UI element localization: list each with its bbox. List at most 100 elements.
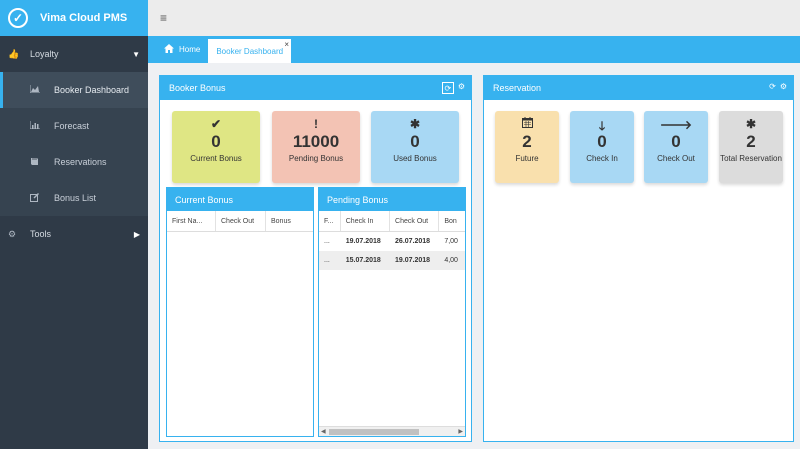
arrow-right-icon: 🡒 [659,118,693,132]
column-header[interactable]: Check In [341,211,391,231]
stat-value: 2 [522,132,532,151]
grid-title: Current Bonus [167,188,313,211]
settings-icon[interactable]: ⚙ [780,82,787,91]
stat-card-future: 2 Future [495,111,559,183]
stat-value: 0 [671,132,681,151]
pending-bonus-grid: Pending Bonus F... Check In Check Out Bo… [318,187,466,437]
stat-value: 0 [211,132,221,151]
cell: 7,00 [444,238,458,245]
sidebar-group-tools[interactable]: ⚙ Tools ▶ [0,216,148,252]
asterisk-icon: ✱ [745,117,757,131]
exclamation-icon: ! [314,117,318,131]
home-icon [164,44,174,55]
panel-header: Booker Bonus ⟳ ⚙ [160,76,471,100]
book-icon [30,157,44,168]
stat-value: 0 [410,132,420,151]
sidebar-item-reservations[interactable]: Reservations [0,144,148,180]
loyalty-submenu: Booker Dashboard Forecast Reservations B… [0,72,148,216]
stat-card-used-bonus: ✱ 0 Used Bonus [371,111,459,183]
sidebar-item-label: Forecast [54,121,90,131]
sidebar-item-bonus-list[interactable]: Bonus List [0,180,148,216]
area-chart-icon [29,85,44,95]
current-bonus-grid: Current Bonus First Na... Check Out Bonu… [166,187,314,437]
sidebar-item-booker-dashboard[interactable]: Booker Dashboard [0,72,148,108]
horizontal-scrollbar[interactable]: ◀ ▶ [319,426,465,436]
settings-icon[interactable]: ⚙ [458,82,465,94]
stat-card-total-reservation: ✱ 2 Total Reservation [719,111,783,183]
caret-right-icon: ▶ [133,229,140,239]
scrollbar-thumb[interactable] [329,429,419,435]
stat-card-pending-bonus: ! 11000 Pending Bonus [272,111,360,183]
stat-card-check-in: 🡓 0 Check In [570,111,634,183]
tab-booker-dashboard[interactable]: Booker Dashboard × [208,39,292,63]
topbar: ≡ [148,0,800,36]
column-header[interactable]: Bon [439,211,465,231]
caret-down-icon: ▼ [132,49,140,59]
table-row[interactable]: ... 19.07.2018 26.07.2018 7,00 [319,232,465,251]
sidebar-group-label: Loyalty [30,49,59,59]
sidebar: ✓ Vima Cloud PMS 👍 Loyalty ▼ Booker Dash… [0,0,148,449]
stat-label: Pending Bonus [288,154,344,163]
cell: 15.07.2018 [345,257,381,264]
calendar-icon [521,117,533,131]
stat-label: Used Bonus [393,154,437,163]
cell: 4,00 [444,257,458,264]
arrow-down-icon: 🡓 [598,119,606,133]
stat-value: 2 [746,132,756,151]
tab-label: Home [179,45,201,54]
column-header[interactable]: Check Out [216,211,266,231]
sidebar-item-label: Bonus List [54,193,97,203]
logo-check-icon: ✓ [8,8,28,28]
panel-tools: ⟳ ⚙ [769,82,787,91]
tab-label: Booker Dashboard [216,46,284,56]
thumbs-up-icon: 👍 [8,48,20,59]
refresh-icon[interactable]: ⟳ [441,82,454,94]
booker-bonus-panel: Booker Bonus ⟳ ⚙ ✔ 0 Current Bonus ! 110… [159,75,472,442]
scroll-right-icon[interactable]: ▶ [458,428,463,435]
column-header[interactable]: First Na... [167,211,216,231]
check-icon: ✔ [210,117,222,131]
sidebar-group-loyalty[interactable]: 👍 Loyalty ▼ [0,36,148,72]
stat-card-current-bonus: ✔ 0 Current Bonus [172,111,260,183]
sidebar-item-forecast[interactable]: Forecast [0,108,148,144]
grid-header: F... Check In Check Out Bon [319,211,465,232]
sidebar-item-label: Reservations [54,157,107,167]
grid-title: Pending Bonus [319,188,465,211]
sidebar-item-label: Booker Dashboard [54,85,130,95]
bar-chart-icon [29,121,44,131]
cell: ... [324,257,330,264]
panel-header: Reservation ⟳ ⚙ [484,76,793,100]
stat-label: Check In [586,154,618,163]
panel-title: Reservation [493,83,542,93]
cogs-icon: ⚙ [8,228,17,239]
stat-label: Total Reservation [720,154,782,163]
stat-label: Current Bonus [190,154,242,163]
panel-title: Booker Bonus [169,83,226,93]
grid-header: First Na... Check Out Bonus [167,211,313,232]
cell: 19.07.2018 [345,238,381,245]
sidebar-group-label: Tools [30,229,52,239]
brand-title: Vima Cloud PMS [40,12,128,24]
reservation-panel: Reservation ⟳ ⚙ 2 Future 🡓 0 Check In 🡒 … [483,75,794,442]
table-row[interactable]: ... 15.07.2018 19.07.2018 4,00 [319,251,465,270]
close-tab-icon[interactable]: × [284,40,289,49]
stat-label: Check Out [657,154,695,163]
stat-card-check-out: 🡒 0 Check Out [644,111,708,183]
cell: 19.07.2018 [395,257,431,264]
edit-icon [30,192,44,204]
stat-label: Future [515,154,539,163]
column-header[interactable]: F... [319,211,341,231]
scroll-left-icon[interactable]: ◀ [321,428,326,435]
tab-bar: Home Booker Dashboard × [148,36,800,63]
stat-value: 11000 [292,132,340,151]
tab-home[interactable]: Home [156,36,208,63]
refresh-icon[interactable]: ⟳ [769,82,776,91]
column-header[interactable]: Bonus [266,211,313,231]
cell: ... [324,238,330,245]
cell: 26.07.2018 [395,238,431,245]
menu-toggle-icon[interactable]: ≡ [160,11,167,25]
brand: ✓ Vima Cloud PMS [0,0,148,36]
panel-tools: ⟳ ⚙ [441,82,465,94]
column-header[interactable]: Check Out [390,211,440,231]
stat-value: 0 [597,132,607,151]
